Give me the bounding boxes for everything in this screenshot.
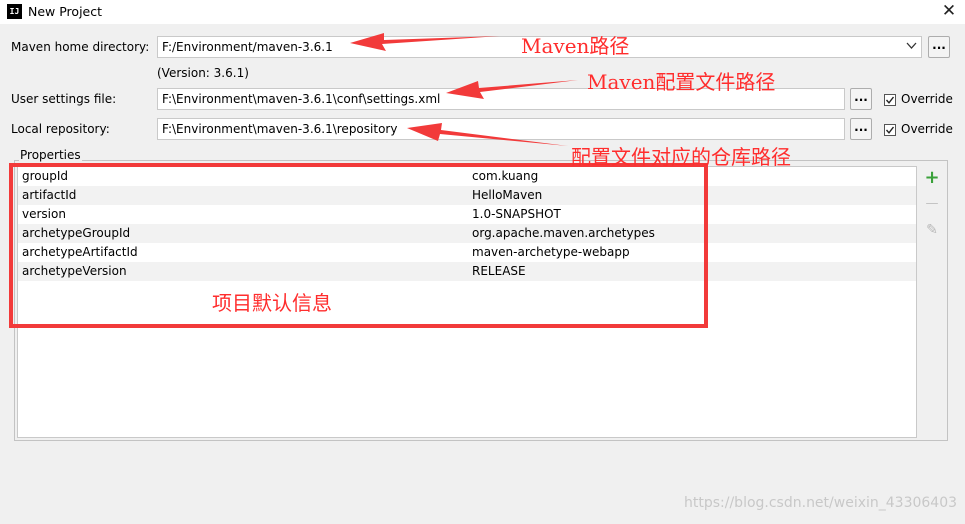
annotation-arrows	[350, 33, 578, 146]
annotation-maven-path: Maven路径	[521, 34, 630, 58]
annotation-maven-config: Maven配置文件路径	[587, 70, 776, 94]
annotation-repo-path: 配置文件对应的仓库路径	[571, 145, 791, 169]
arrow-to-repository	[407, 123, 568, 146]
watermark: https://blog.csdn.net/weixin_43306403	[684, 495, 958, 511]
annotation-default-info: 项目默认信息	[212, 291, 332, 315]
arrow-to-settings-file	[446, 80, 578, 99]
arrow-to-maven-home	[350, 33, 500, 51]
